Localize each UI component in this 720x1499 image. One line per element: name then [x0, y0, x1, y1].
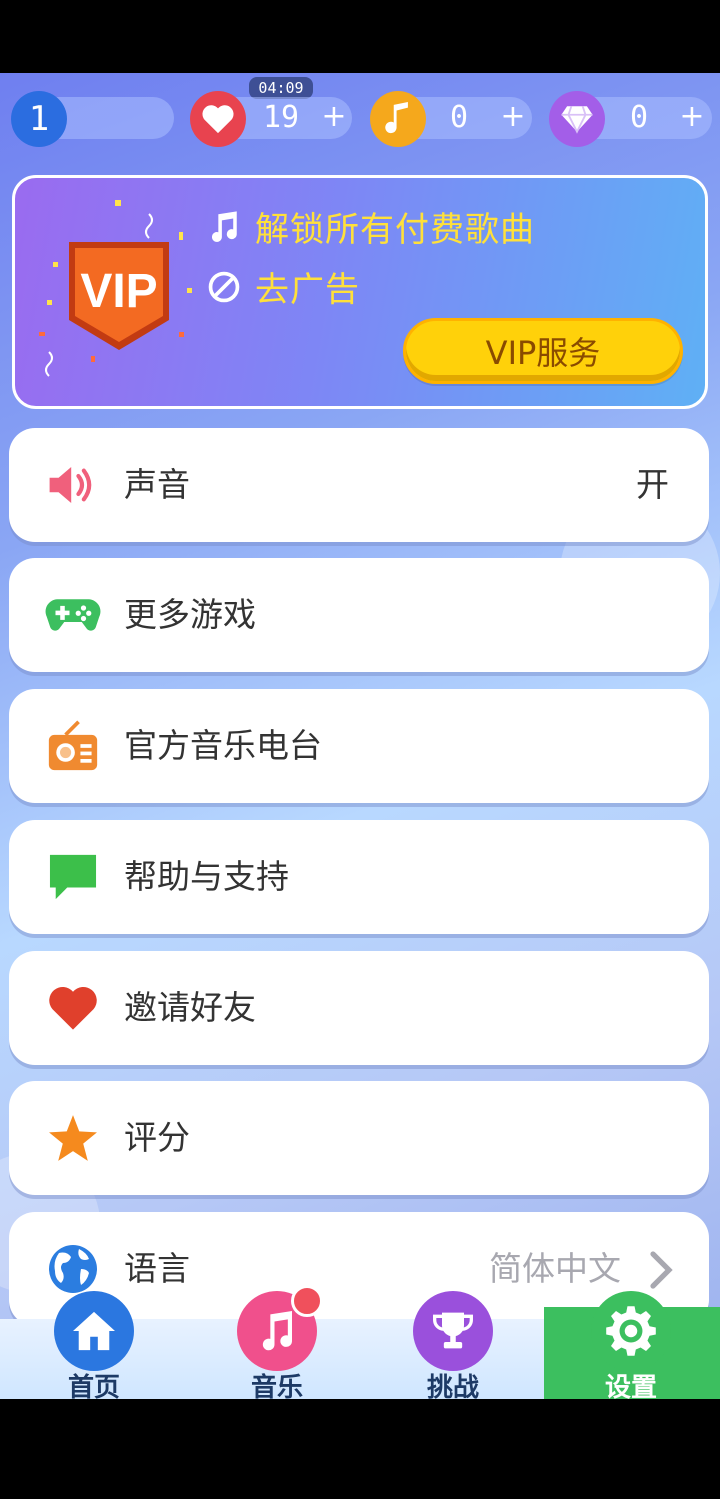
- vip-banner[interactable]: VIP 解锁所有付费歌曲 去广告 VIP服务: [12, 175, 708, 409]
- vip-service-button[interactable]: VIP服务: [403, 318, 683, 384]
- vip-badge-text: VIP: [80, 265, 157, 318]
- bottom-nav: 首页 音乐 挑战 设置: [0, 1285, 720, 1399]
- nav-tab-settings[interactable]: 设置: [571, 1291, 691, 1399]
- top-status-bar: 04:09 1 19 + 0 + 0 +: [0, 73, 720, 173]
- settings-item-invite[interactable]: 邀请好友: [9, 951, 709, 1065]
- nav-tab-label: 设置: [604, 1373, 657, 1399]
- add-notes-button[interactable]: +: [495, 95, 531, 141]
- no-ads-icon: [208, 271, 240, 302]
- nav-tab-label: 首页: [67, 1373, 120, 1399]
- vip-feature-songs-label: 解锁所有付费歌曲: [255, 210, 535, 250]
- gamepad-icon: [45, 587, 101, 643]
- vip-feature-songs: 解锁所有付费歌曲: [207, 202, 535, 251]
- app-screen: 04:09 1 19 + 0 + 0 + VIP 解锁所有付费歌曲 去广告 VI…: [0, 73, 720, 1399]
- radio-icon: [45, 718, 101, 774]
- nav-tab-home[interactable]: 首页: [34, 1291, 154, 1399]
- sound-toggle-value[interactable]: 开: [636, 428, 669, 542]
- settings-item-help[interactable]: 帮助与支持: [9, 820, 709, 934]
- star-icon: [45, 1110, 101, 1166]
- gear-icon: [591, 1291, 671, 1371]
- gems-count: 0: [629, 100, 649, 135]
- heart-icon: [190, 91, 246, 147]
- settings-item-label: 官方音乐电台: [124, 726, 322, 765]
- music-note-icon: [211, 210, 237, 242]
- add-gems-button[interactable]: +: [674, 95, 710, 141]
- home-icon: [54, 1291, 134, 1371]
- heart-icon: [45, 980, 101, 1036]
- trophy-icon: [413, 1291, 493, 1371]
- notification-dot: [291, 1285, 323, 1317]
- nav-tab-music[interactable]: 音乐: [217, 1285, 337, 1399]
- nav-tab-label: 挑战: [426, 1373, 479, 1399]
- settings-item-label: 帮助与支持: [124, 857, 289, 896]
- vip-shield-icon: VIP: [39, 200, 192, 377]
- settings-item-label: 更多游戏: [124, 595, 256, 634]
- settings-item-more-games[interactable]: 更多游戏: [9, 558, 709, 672]
- lives-count: 19: [262, 100, 300, 135]
- settings-item-rate[interactable]: 评分: [9, 1081, 709, 1195]
- settings-item-radio[interactable]: 官方音乐电台: [9, 689, 709, 803]
- settings-item-label: 邀请好友: [124, 988, 256, 1027]
- level-badge: 1: [11, 91, 67, 147]
- speaker-icon: [45, 457, 101, 513]
- settings-item-label: 评分: [124, 1118, 190, 1157]
- settings-item-sound[interactable]: 声音 开: [9, 428, 709, 542]
- chat-bubble-icon: [45, 849, 101, 905]
- vip-feature-noads: 去广告: [207, 262, 360, 311]
- chevron-right-icon: [650, 1251, 673, 1289]
- notes-count: 0: [449, 100, 469, 135]
- settings-item-label: 声音: [124, 465, 190, 504]
- music-note-icon: [370, 91, 426, 147]
- vip-feature-noads-label: 去广告: [255, 270, 360, 310]
- diamond-icon: [549, 91, 605, 147]
- globe-icon: [45, 1241, 101, 1297]
- nav-tab-challenge[interactable]: 挑战: [393, 1291, 513, 1399]
- add-lives-button[interactable]: +: [316, 95, 352, 141]
- nav-tab-label: 音乐: [250, 1373, 303, 1399]
